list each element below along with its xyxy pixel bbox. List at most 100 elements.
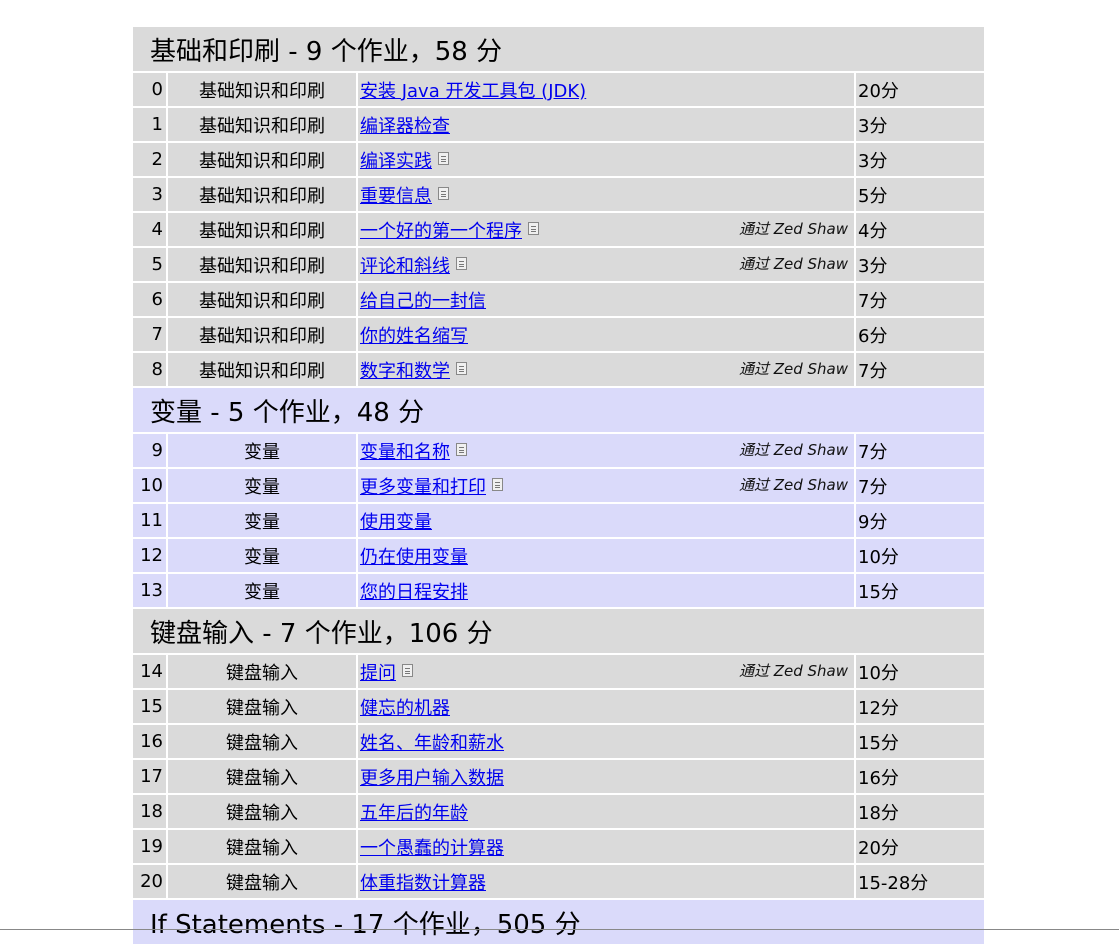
assignment-number: 9 (133, 434, 166, 467)
assignment-number: 15 (133, 690, 166, 723)
assignment-title-cell: 您的日程安排 (358, 574, 854, 607)
assignment-number: 20 (133, 865, 166, 898)
assignment-category: 变量 (168, 504, 356, 537)
assignment-row: 10 变量 更多变量和打印 通过 Zed Shaw 7分 (133, 469, 984, 504)
assignment-link[interactable]: 五年后的年龄 (360, 799, 468, 825)
assignment-title-cell: 健忘的机器 (358, 690, 854, 723)
assignment-category: 键盘输入 (168, 865, 356, 898)
assignment-link[interactable]: 体重指数计算器 (360, 869, 486, 895)
assignment-category: 基础知识和印刷 (168, 108, 356, 141)
assignment-category: 基础知识和印刷 (168, 283, 356, 316)
assignment-row: 1 基础知识和印刷 编译器检查 3分 (133, 108, 984, 143)
assignment-title-cell: 使用变量 (358, 504, 854, 537)
assignment-link[interactable]: 你的姓名缩写 (360, 322, 468, 348)
assignment-number: 4 (133, 213, 166, 246)
assignment-points: 20分 (856, 73, 984, 106)
assignment-category: 键盘输入 (168, 690, 356, 723)
section-heading: 键盘输入 - 7 个作业，106 分 (133, 609, 984, 655)
assignment-link[interactable]: 更多变量和打印 (360, 473, 486, 499)
assignment-points: 3分 (856, 248, 984, 281)
assignment-category: 键盘输入 (168, 655, 356, 688)
assignment-link[interactable]: 编译器检查 (360, 112, 450, 138)
assignment-link[interactable]: 数字和数学 (360, 357, 450, 383)
assignment-link[interactable]: 一个愚蠢的计算器 (360, 834, 504, 860)
author-credit: 通过 Zed Shaw (738, 441, 848, 459)
assignment-category: 变量 (168, 434, 356, 467)
assignment-points: 7分 (856, 469, 984, 502)
assignment-number: 7 (133, 318, 166, 351)
assignment-link[interactable]: 重要信息 (360, 182, 432, 208)
assignment-points: 5分 (856, 178, 984, 211)
assignment-link[interactable]: 一个好的第一个程序 (360, 217, 522, 243)
assignment-points: 7分 (856, 434, 984, 467)
assignment-number: 2 (133, 143, 166, 176)
document-icon[interactable] (456, 362, 467, 375)
assignment-points: 3分 (856, 143, 984, 176)
assignment-link[interactable]: 变量和名称 (360, 438, 450, 464)
assignment-row: 7 基础知识和印刷 你的姓名缩写 6分 (133, 318, 984, 353)
assignment-row: 8 基础知识和印刷 数字和数学 通过 Zed Shaw 7分 (133, 353, 984, 388)
assignment-number: 10 (133, 469, 166, 502)
assignment-number: 6 (133, 283, 166, 316)
author-credit: 通过 Zed Shaw (738, 220, 848, 238)
assignment-link[interactable]: 健忘的机器 (360, 694, 450, 720)
assignment-number: 8 (133, 353, 166, 386)
assignment-number: 5 (133, 248, 166, 281)
assignment-link[interactable]: 编译实践 (360, 147, 432, 173)
assignment-number: 18 (133, 795, 166, 828)
assignment-link[interactable]: 仍在使用变量 (360, 543, 468, 569)
assignment-row: 16 键盘输入 姓名、年龄和薪水 15分 (133, 725, 984, 760)
assignment-number: 19 (133, 830, 166, 863)
assignment-points: 15-28分 (856, 865, 984, 898)
author-credit: 通过 Zed Shaw (738, 360, 848, 378)
assignment-link[interactable]: 您的日程安排 (360, 578, 468, 604)
author-credit: 通过 Zed Shaw (738, 476, 848, 494)
document-icon[interactable] (492, 478, 503, 491)
assignment-category: 键盘输入 (168, 795, 356, 828)
assignment-link[interactable]: 使用变量 (360, 508, 432, 534)
assignment-row: 11 变量 使用变量 9分 (133, 504, 984, 539)
document-icon[interactable] (438, 152, 449, 165)
assignment-title-cell: 体重指数计算器 (358, 865, 854, 898)
assignment-number: 3 (133, 178, 166, 211)
document-icon[interactable] (456, 257, 467, 270)
assignment-category: 键盘输入 (168, 725, 356, 758)
assignment-link[interactable]: 给自己的一封信 (360, 287, 486, 313)
document-icon[interactable] (402, 664, 413, 677)
document-icon[interactable] (528, 222, 539, 235)
assignment-points: 10分 (856, 539, 984, 572)
assignment-points: 7分 (856, 353, 984, 386)
assignment-title-cell: 编译器检查 (358, 108, 854, 141)
assignment-link[interactable]: 安装 Java 开发工具包 (JDK) (360, 77, 586, 103)
assignment-category: 基础知识和印刷 (168, 213, 356, 246)
assignment-number: 16 (133, 725, 166, 758)
section-heading: 变量 - 5 个作业，48 分 (133, 388, 984, 434)
assignment-row: 3 基础知识和印刷 重要信息 5分 (133, 178, 984, 213)
assignment-row: 2 基础知识和印刷 编译实践 3分 (133, 143, 984, 178)
assignment-points: 3分 (856, 108, 984, 141)
assignment-row: 12 变量 仍在使用变量 10分 (133, 539, 984, 574)
assignment-points: 16分 (856, 760, 984, 793)
assignment-title-cell: 安装 Java 开发工具包 (JDK) (358, 73, 854, 106)
assignment-row: 17 键盘输入 更多用户输入数据 16分 (133, 760, 984, 795)
assignment-category: 基础知识和印刷 (168, 73, 356, 106)
assignment-category: 基础知识和印刷 (168, 143, 356, 176)
assignment-category: 基础知识和印刷 (168, 178, 356, 211)
assignment-title-cell: 更多用户输入数据 (358, 760, 854, 793)
assignment-link[interactable]: 提问 (360, 659, 396, 685)
assignment-number: 11 (133, 504, 166, 537)
document-icon[interactable] (456, 443, 467, 456)
assignment-points: 7分 (856, 283, 984, 316)
assignment-row: 13 变量 您的日程安排 15分 (133, 574, 984, 609)
assignment-category: 基础知识和印刷 (168, 318, 356, 351)
assignment-points: 12分 (856, 690, 984, 723)
assignment-title-cell: 给自己的一封信 (358, 283, 854, 316)
assignment-link[interactable]: 姓名、年龄和薪水 (360, 729, 504, 755)
assignment-link[interactable]: 更多用户输入数据 (360, 764, 504, 790)
assignment-title-cell: 一个愚蠢的计算器 (358, 830, 854, 863)
assignment-link[interactable]: 评论和斜线 (360, 252, 450, 278)
assignment-points: 4分 (856, 213, 984, 246)
assignment-row: 4 基础知识和印刷 一个好的第一个程序 通过 Zed Shaw 4分 (133, 213, 984, 248)
document-icon[interactable] (438, 187, 449, 200)
assignment-points: 9分 (856, 504, 984, 537)
